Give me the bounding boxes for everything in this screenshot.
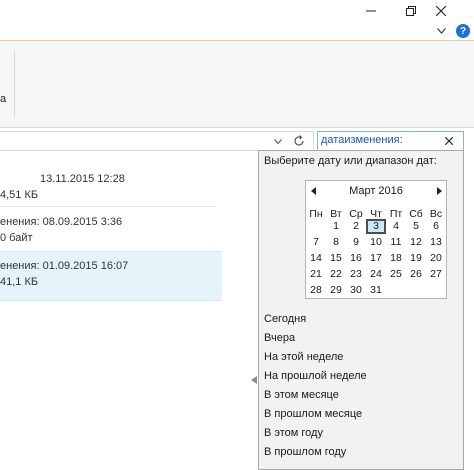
refresh-icon — [294, 135, 304, 146]
calendar-day[interactable]: 25 — [386, 267, 406, 282]
date-range-option[interactable]: На прошлой неделе — [264, 370, 367, 382]
calendar-day[interactable]: 11 — [386, 235, 406, 250]
date-range-option[interactable]: В этом месяце — [264, 389, 339, 401]
calendar-day[interactable]: 17 — [366, 251, 386, 266]
calendar-day[interactable]: 14 — [306, 251, 326, 266]
date-range-option[interactable]: В прошлом году — [264, 446, 346, 458]
address-history-button[interactable] — [270, 131, 286, 151]
calendar-day[interactable]: 1 — [326, 219, 346, 234]
minimize-button[interactable] — [356, 0, 386, 22]
calendar-day[interactable]: 10 — [366, 235, 386, 250]
list-divider — [0, 206, 215, 207]
ribbon-separator — [14, 50, 15, 118]
ribbon — [0, 41, 474, 128]
chevron-down-icon — [436, 28, 446, 34]
calendar-day[interactable]: 23 — [346, 267, 366, 282]
ribbon-expand-button[interactable] — [434, 24, 448, 38]
calendar-day[interactable]: 2 — [346, 219, 366, 234]
calendar-day[interactable]: 18 — [386, 251, 406, 266]
help-button[interactable]: ? — [456, 24, 470, 38]
calendar-month-label[interactable]: Март 2016 — [306, 185, 446, 197]
scroll-left-button[interactable] — [251, 376, 257, 386]
date-range-option[interactable]: Сегодня — [264, 313, 306, 325]
calendar-day[interactable]: 5 — [406, 219, 426, 234]
date-range-option[interactable]: В прошлом месяце — [264, 408, 362, 420]
calendar-day[interactable]: 26 — [406, 267, 426, 282]
calendar-day[interactable]: 29 — [326, 283, 346, 298]
caret-right-icon — [436, 187, 442, 195]
calendar-day[interactable]: 20 — [426, 251, 446, 266]
file-item-selected[interactable]: енения: 01.09.2015 16:07 41,1 КБ — [0, 251, 222, 301]
close-icon — [436, 6, 446, 16]
calendar-day[interactable]: 12 — [406, 235, 426, 250]
file-modified-date: енения: 01.09.2015 16:07 — [0, 260, 129, 272]
search-input[interactable]: датаизменения: — [321, 134, 403, 146]
calendar-day[interactable]: 22 — [326, 267, 346, 282]
calendar-day[interactable]: 24 — [366, 267, 386, 282]
next-month-button[interactable] — [432, 184, 446, 198]
calendar-day[interactable]: 6 — [426, 219, 446, 234]
search-clear-button[interactable] — [440, 131, 458, 151]
date-picker-prompt: Выберите дату или диапазон дат: — [264, 155, 437, 167]
minimize-icon — [366, 10, 376, 12]
date-range-option[interactable]: Вчера — [264, 332, 295, 344]
calendar-day[interactable]: 7 — [306, 235, 326, 250]
calendar-day[interactable]: 27 — [426, 267, 446, 282]
calendar-day[interactable]: 9 — [346, 235, 366, 250]
weekday-header: Пн — [309, 208, 323, 220]
calendar-day[interactable]: 8 — [326, 235, 346, 250]
chevron-down-icon — [274, 138, 282, 144]
close-window-button[interactable] — [426, 0, 456, 22]
date-range-option[interactable]: На этой неделе — [264, 351, 343, 363]
close-icon — [445, 137, 453, 145]
calendar-day[interactable]: 15 — [326, 251, 346, 266]
file-modified-date: 13.11.2015 12:28 — [40, 173, 125, 185]
calendar-day[interactable]: 19 — [406, 251, 426, 266]
ribbon-group-label: а — [0, 93, 7, 105]
file-size: 4,51 КБ — [0, 189, 39, 201]
file-modified-date: енения: 08.09.2015 3:36 — [0, 216, 123, 228]
address-bar[interactable] — [0, 131, 314, 151]
date-range-option[interactable]: В этом году — [264, 427, 323, 439]
calendar-day[interactable]: 28 — [306, 283, 326, 298]
calendar-day[interactable]: 13 — [426, 235, 446, 250]
refresh-button[interactable] — [290, 131, 308, 151]
calendar-day[interactable]: 4 — [386, 219, 406, 234]
calendar-day[interactable]: 31 — [366, 283, 386, 298]
calendar-day[interactable]: 21 — [306, 267, 326, 282]
file-size: 0 байт — [0, 232, 33, 244]
calendar-day[interactable]: 30 — [346, 283, 366, 298]
restore-button[interactable] — [396, 0, 426, 22]
restore-icon — [406, 6, 416, 16]
calendar-day[interactable]: 16 — [346, 251, 366, 266]
caret-left-icon — [251, 376, 257, 384]
file-size: 41,1 КБ — [0, 276, 39, 288]
calendar-day-today[interactable]: 3 — [366, 219, 386, 234]
file-item[interactable]: 13.11.2015 12:28 4,51 КБ — [0, 168, 222, 216]
